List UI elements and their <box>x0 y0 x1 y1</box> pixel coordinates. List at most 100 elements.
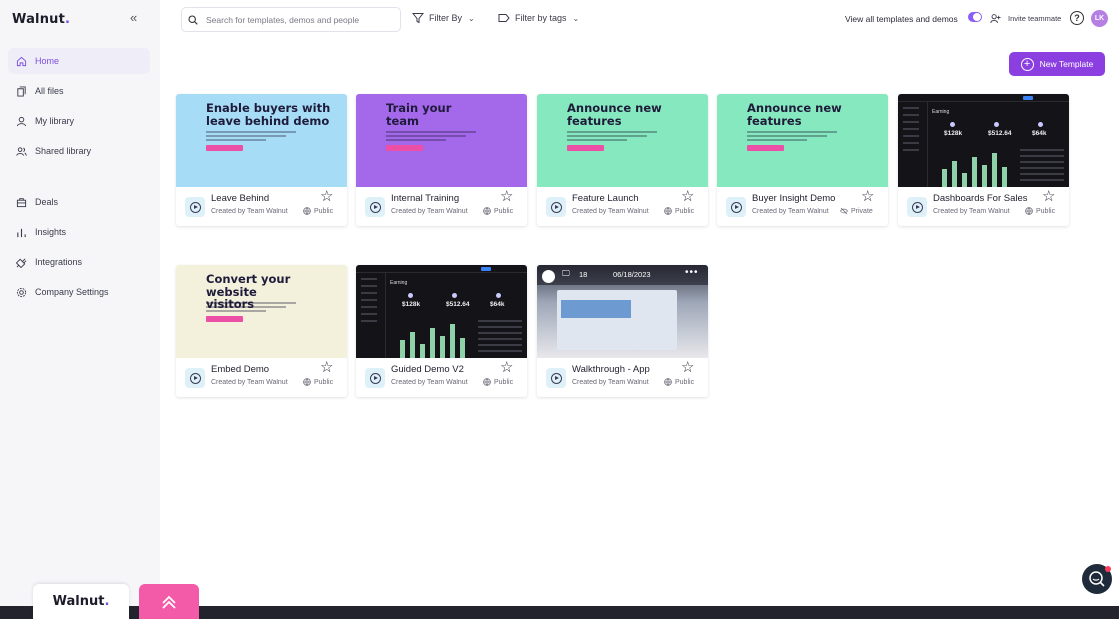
sidebar-item-integrations[interactable]: Integrations <box>8 249 150 275</box>
avatar[interactable]: LK <box>1091 10 1108 27</box>
card-info: Buyer Insight Demo ☆ Created by Team Wal… <box>717 187 888 226</box>
footer-walnut-logo[interactable]: Walnut. <box>33 584 129 619</box>
visibility-label: Public <box>675 207 695 215</box>
filter-by-dropdown[interactable]: Filter By ⌄ <box>412 12 475 24</box>
view-all-toggle[interactable] <box>968 12 982 22</box>
visibility-badge: Public <box>664 378 694 386</box>
sidebar-nav-primary: Home All files My library Shared library <box>8 48 150 164</box>
play-icon[interactable] <box>185 197 205 217</box>
sidebar-item-all-files[interactable]: All files <box>8 78 150 104</box>
play-icon[interactable] <box>185 368 205 388</box>
card-creator: Created by Team Walnut <box>752 208 829 215</box>
sidebar-item-label: Integrations <box>35 257 83 267</box>
star-icon[interactable]: ☆ <box>320 360 333 375</box>
briefcase-icon <box>16 197 27 207</box>
thumbnail-text <box>747 131 837 141</box>
card-info: Feature Launch ☆ Created by Team Walnut … <box>537 187 708 226</box>
template-card-internal-training[interactable]: Train your team Internal Training ☆ Crea… <box>356 94 527 226</box>
globe-icon <box>664 207 672 215</box>
visibility-badge: Public <box>483 207 513 215</box>
thumbnail-title: Earning <box>390 280 408 286</box>
thumbnail-kpi: $64k <box>1032 122 1046 137</box>
sidebar-item-label: All files <box>35 86 64 96</box>
sidebar-item-home[interactable]: Home <box>8 48 150 74</box>
star-icon[interactable]: ☆ <box>1042 189 1055 204</box>
sidebar-item-shared-library[interactable]: Shared library <box>8 138 150 164</box>
thumbnail-text <box>567 131 657 141</box>
sidebar-item-deals[interactable]: Deals <box>8 189 150 215</box>
footer-logo-dot: . <box>104 594 110 609</box>
card-thumbnail: Earning $128k $512.64 $64k <box>898 94 1069 187</box>
search-input[interactable] <box>206 14 386 25</box>
search-box[interactable] <box>181 7 401 32</box>
template-card-embed-demo[interactable]: Convert your website visitors Embed Demo… <box>176 265 347 397</box>
logo-dot: . <box>65 12 71 27</box>
plug-icon <box>16 258 27 268</box>
card-info: Walkthrough - App ☆ Created by Team Waln… <box>537 358 708 397</box>
card-title: Leave Behind <box>211 193 270 204</box>
sidebar-item-label: My library <box>35 116 75 126</box>
sidebar-item-my-library[interactable]: My library <box>8 108 150 134</box>
template-card-feature-launch[interactable]: Announce new features Feature Launch ☆ C… <box>537 94 708 226</box>
visibility-badge: Public <box>303 207 333 215</box>
star-icon[interactable]: ☆ <box>681 360 694 375</box>
globe-icon <box>483 207 491 215</box>
chat-launcher-button[interactable] <box>1082 564 1112 594</box>
play-icon[interactable] <box>365 197 385 217</box>
help-icon[interactable]: ? <box>1070 11 1084 25</box>
sidebar-item-company-settings[interactable]: Company Settings <box>8 279 150 305</box>
template-card-buyer-insight-demo[interactable]: Announce new features Buyer Insight Demo… <box>717 94 888 226</box>
logo-text: Walnut <box>12 12 66 27</box>
thumbnail-text <box>206 131 296 141</box>
invite-label: Invite teammate <box>1008 14 1062 23</box>
globe-icon <box>1025 207 1033 215</box>
thumbnail-cta <box>567 145 604 151</box>
card-title: Dashboards For Sales <box>933 193 1028 204</box>
globe-icon <box>483 378 491 386</box>
invite-teammate-button[interactable]: Invite teammate <box>990 13 1061 24</box>
star-icon[interactable]: ☆ <box>500 360 513 375</box>
visibility-label: Public <box>675 378 695 386</box>
expand-up-button[interactable] <box>139 584 199 619</box>
thumbnail-kpi: $512.64 <box>446 293 470 308</box>
double-chevron-up-icon <box>162 595 176 609</box>
template-card-dashboards-for-sales[interactable]: Earning $128k $512.64 $64k Dashboards Fo… <box>898 94 1069 226</box>
play-icon[interactable] <box>365 368 385 388</box>
filter-tags-dropdown[interactable]: Filter by tags ⌄ <box>498 12 579 24</box>
visibility-label: Public <box>314 207 334 215</box>
star-icon[interactable]: ☆ <box>681 189 694 204</box>
thumbnail-count: 18 <box>579 270 588 279</box>
card-thumbnail: Earning $128k $512.64 $64k <box>356 265 527 358</box>
walnut-logo[interactable]: Walnut. <box>12 12 70 27</box>
star-icon[interactable]: ☆ <box>500 189 513 204</box>
thumbnail-title: Earning <box>932 109 950 115</box>
thumbnail-cta <box>747 145 784 151</box>
monitor-icon: 🖵 <box>562 269 570 278</box>
sidebar-item-insights[interactable]: Insights <box>8 219 150 245</box>
chevron-down-icon: ⌄ <box>468 13 475 23</box>
filter-tags-label: Filter by tags <box>515 13 567 23</box>
files-icon <box>17 85 26 97</box>
star-icon[interactable]: ☆ <box>320 189 333 204</box>
card-thumbnail: 🖵 18 06/18/2023 ••• <box>537 265 708 358</box>
play-icon[interactable] <box>726 197 746 217</box>
card-title: Embed Demo <box>211 364 270 375</box>
globe-icon <box>303 207 311 215</box>
template-card-leave-behind[interactable]: Enable buyers with leave behind demo Lea… <box>176 94 347 226</box>
new-template-button[interactable]: + New Template <box>1009 52 1105 76</box>
play-icon[interactable] <box>907 197 927 217</box>
thumbnail-heading: Train your team <box>386 101 452 128</box>
card-title: Buyer Insight Demo <box>752 193 836 204</box>
more-icon[interactable]: ••• <box>685 267 699 278</box>
template-card-guided-demo-v2[interactable]: Earning $128k $512.64 $64k Guided Demo V… <box>356 265 527 397</box>
visibility-label: Public <box>314 378 334 386</box>
star-icon[interactable]: ☆ <box>861 189 874 204</box>
visibility-badge: Public <box>303 378 333 386</box>
card-title: Internal Training <box>391 193 460 204</box>
double-chevron-left-icon[interactable]: « <box>130 10 137 25</box>
play-icon[interactable] <box>546 197 566 217</box>
thumbnail-bars <box>396 320 471 358</box>
play-icon[interactable] <box>546 368 566 388</box>
footer-logo-text: Walnut <box>52 594 105 609</box>
template-card-walkthrough-app[interactable]: 🖵 18 06/18/2023 ••• Walkthrough - App ☆ … <box>537 265 708 397</box>
